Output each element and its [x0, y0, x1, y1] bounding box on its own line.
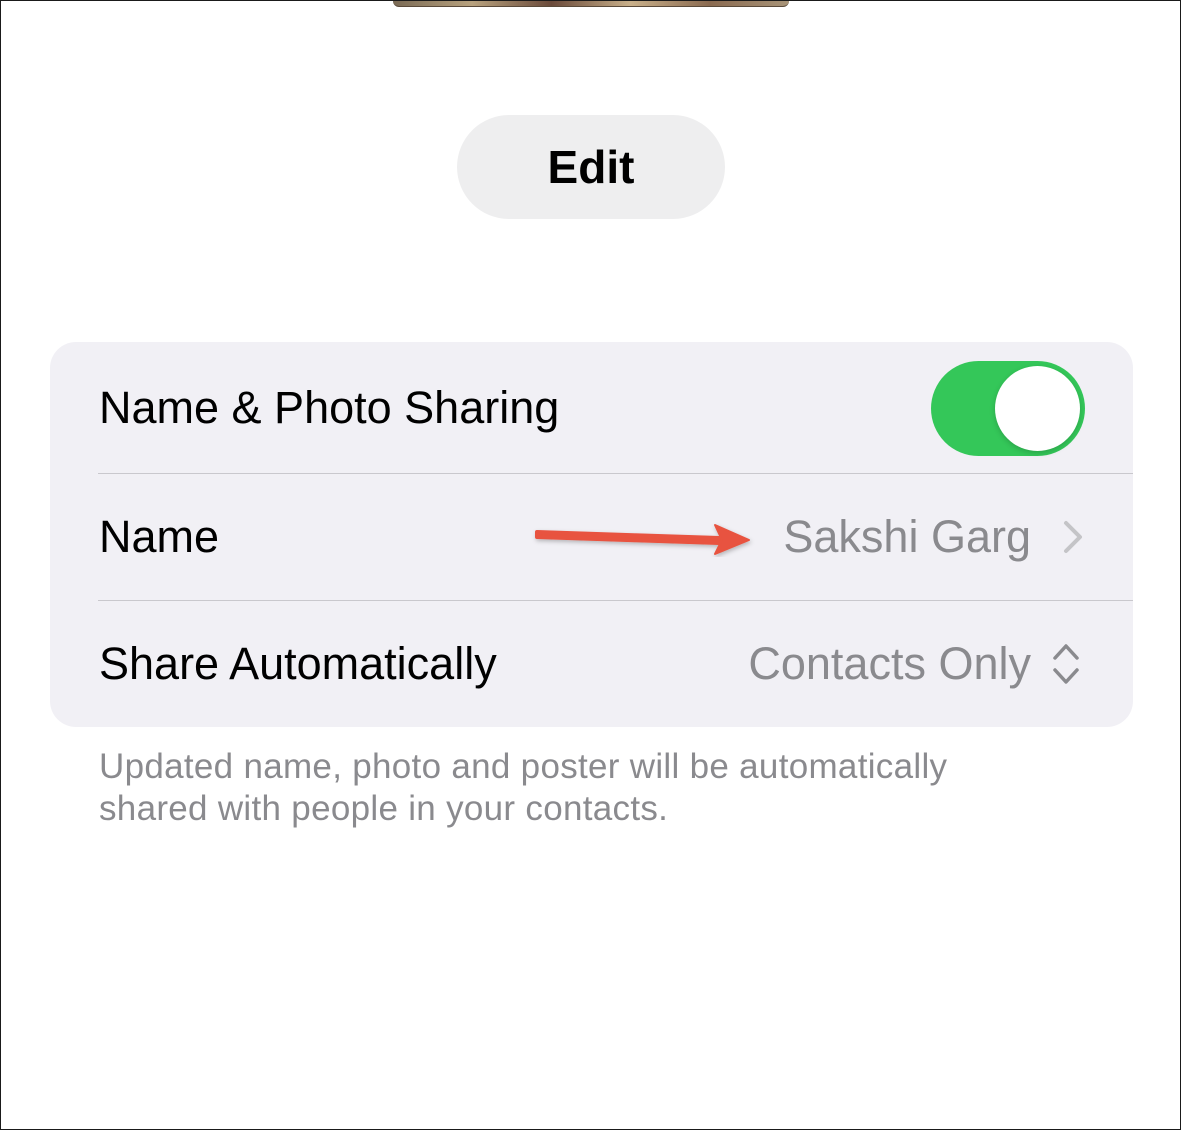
share-automatically-label: Share Automatically [99, 638, 497, 689]
screen: Edit Name & Photo Sharing Name Sakshi Ga… [0, 0, 1181, 1130]
sharing-footer-note: Updated name, photo and poster will be a… [99, 747, 948, 828]
name-photo-sharing-label: Name & Photo Sharing [99, 382, 560, 433]
toggle-knob [995, 366, 1080, 451]
name-row[interactable]: Name Sakshi Garg [50, 473, 1133, 601]
name-value: Sakshi Garg [783, 511, 1031, 562]
share-automatically-value: Contacts Only [748, 638, 1031, 689]
edit-button[interactable]: Edit [457, 115, 725, 219]
settings-group: Name & Photo Sharing Name Sakshi Garg Sh… [50, 342, 1133, 727]
name-photo-sharing-toggle[interactable] [931, 361, 1085, 456]
name-label: Name [99, 511, 220, 562]
name-photo-sharing-row: Name & Photo Sharing [50, 342, 1133, 470]
chevron-right-icon [1064, 521, 1082, 553]
chevron-up-down-icon [1053, 644, 1079, 684]
contact-poster-preview[interactable] [393, 1, 789, 7]
share-automatically-row[interactable]: Share Automatically Contacts Only [50, 600, 1133, 727]
